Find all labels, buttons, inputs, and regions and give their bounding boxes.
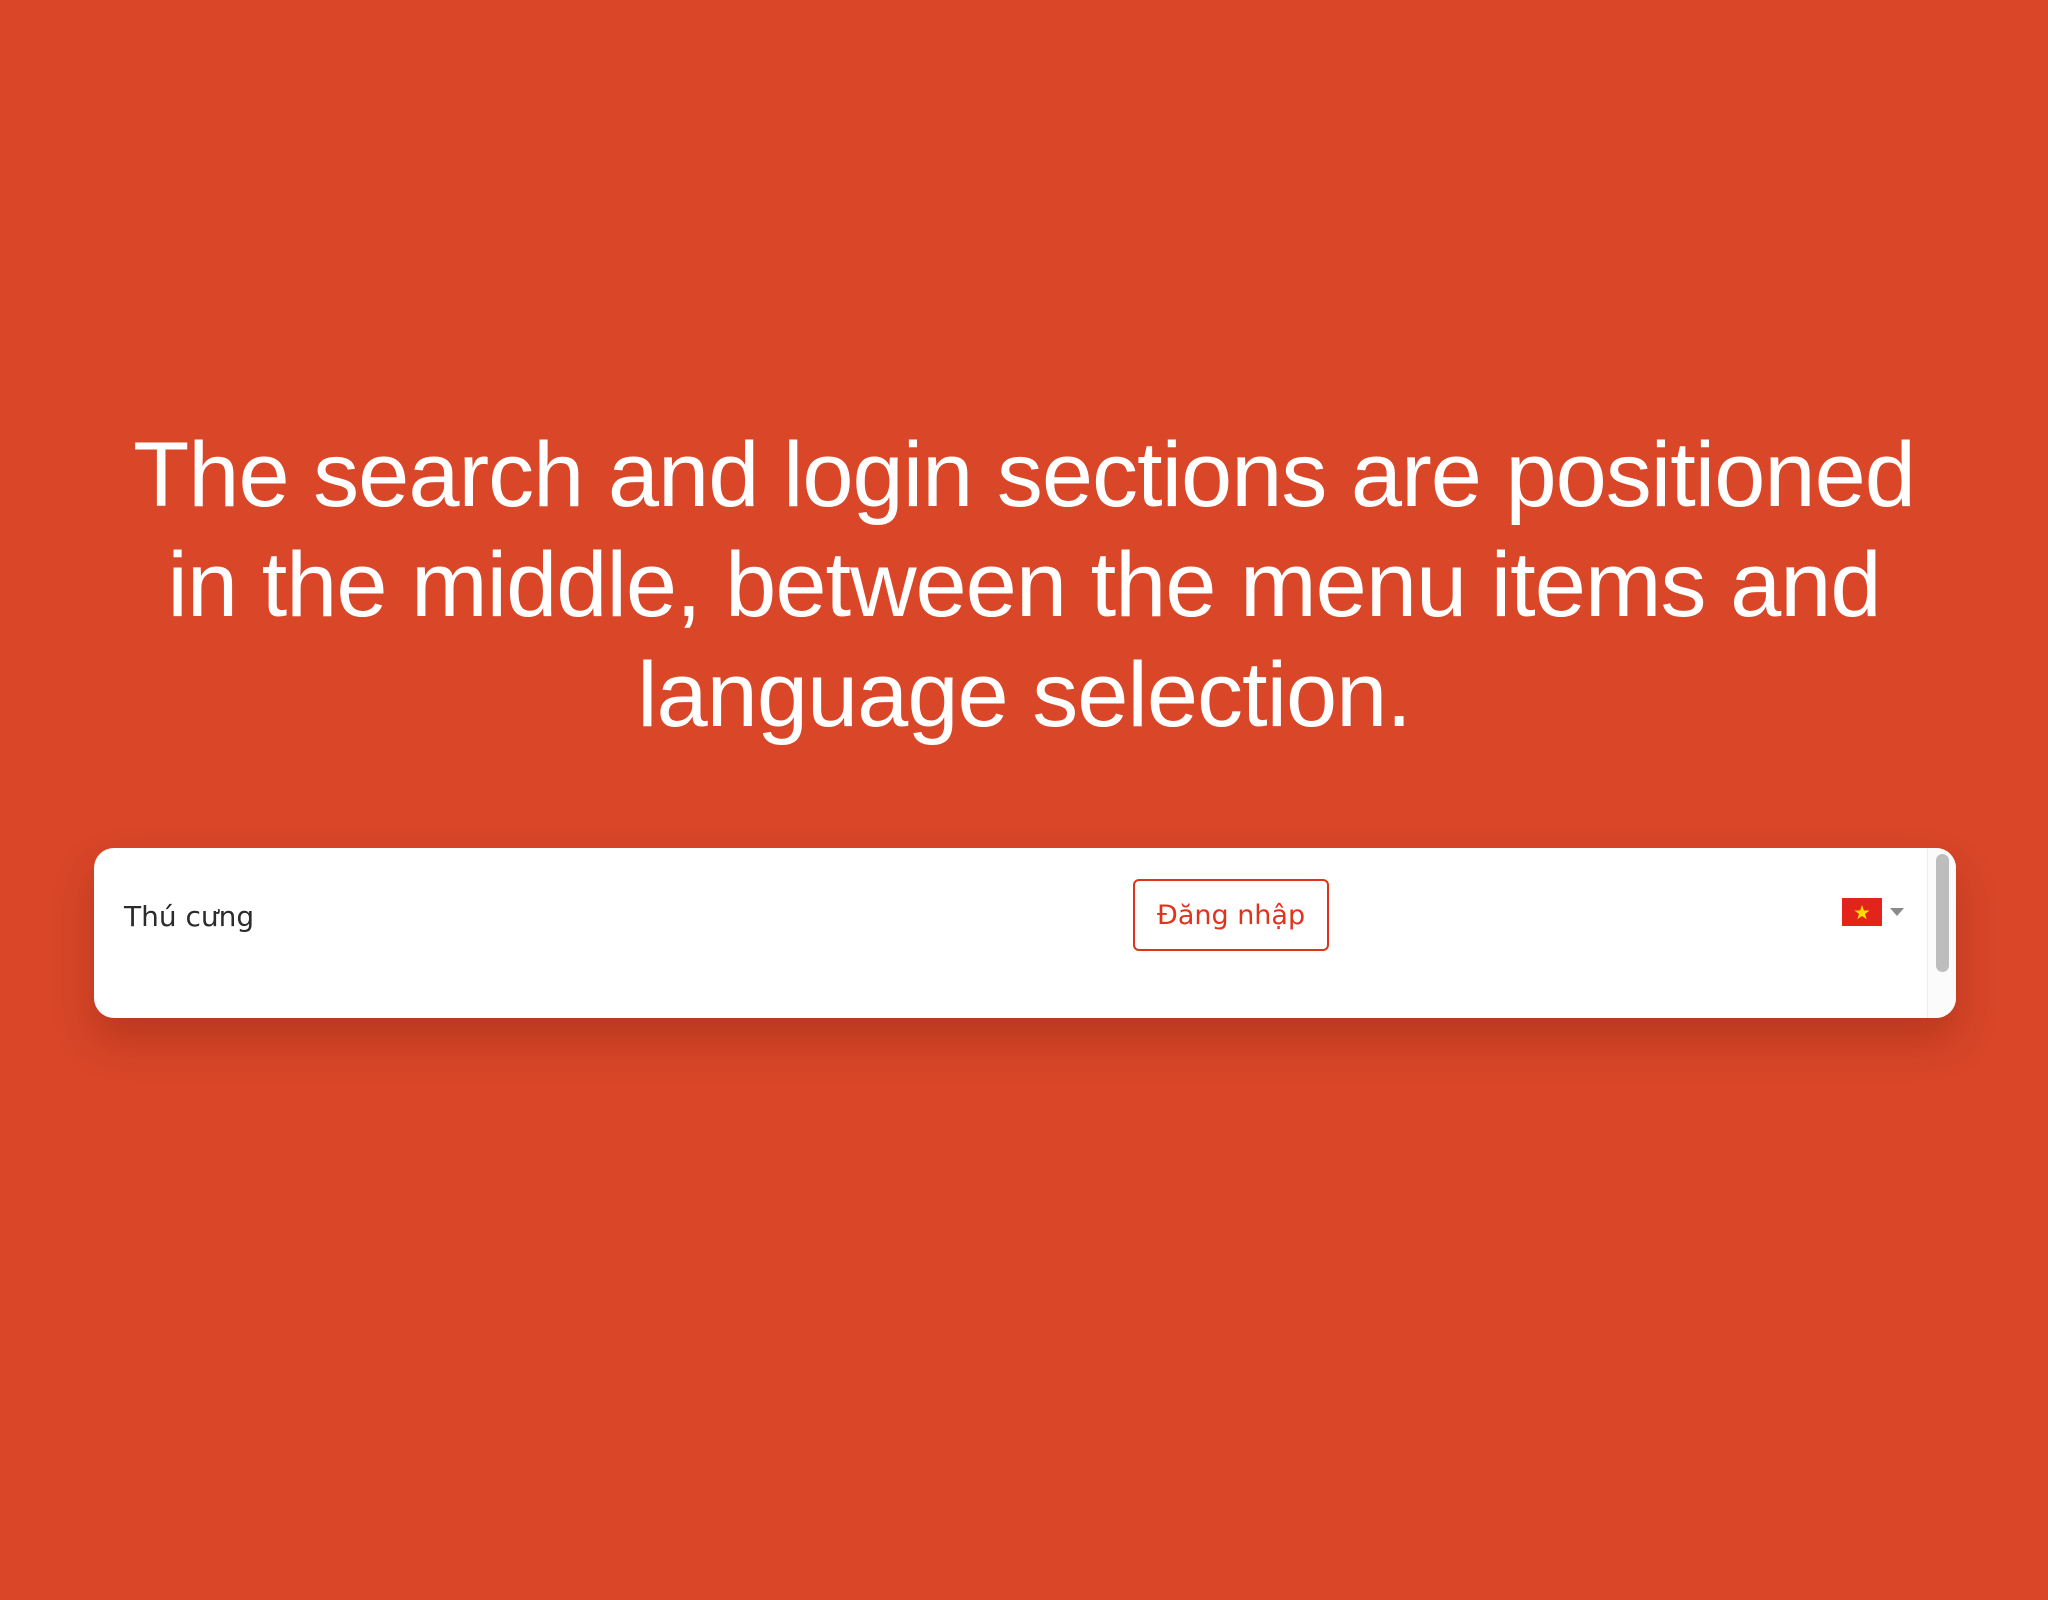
headline-line-2: in the middle, between the menu items an…	[167, 534, 1881, 636]
scrollbar[interactable]	[1927, 848, 1956, 1018]
vietnam-flag-icon	[1842, 898, 1882, 926]
scrollbar-thumb[interactable]	[1936, 854, 1949, 972]
navbar: Thú cưng Đăng nhập	[94, 848, 1956, 1018]
language-select[interactable]	[1842, 892, 1904, 932]
headline-line-3: language selection.	[637, 644, 1412, 746]
headline: The search and login sections are positi…	[100, 420, 1948, 750]
headline-line-1: The search and login sections are positi…	[133, 424, 1916, 526]
caret-down-icon	[1890, 908, 1904, 916]
menu-item-pets[interactable]: Thú cưng	[124, 848, 254, 986]
login-button[interactable]: Đăng nhập	[1133, 879, 1329, 951]
